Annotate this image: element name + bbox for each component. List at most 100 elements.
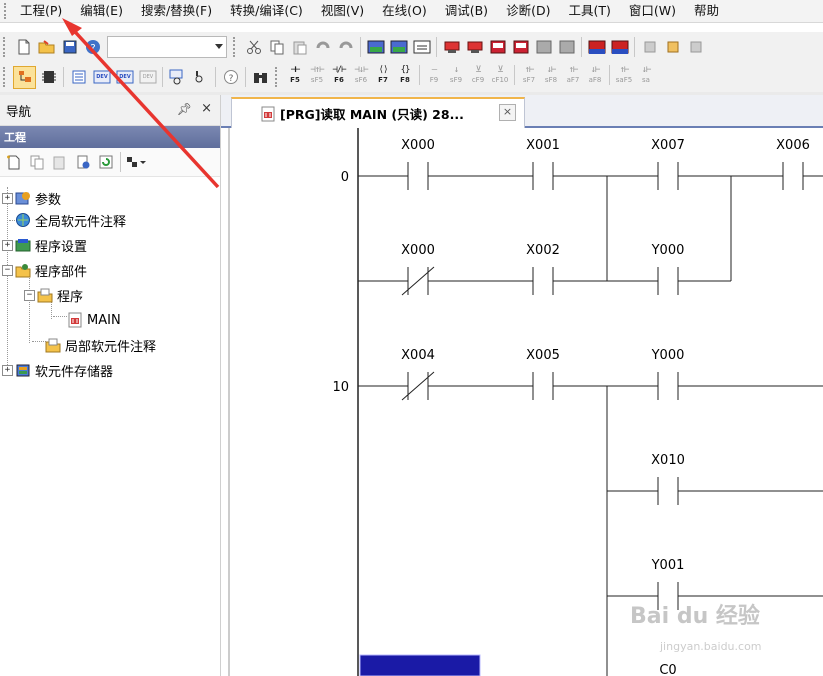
- menu-project[interactable]: 工程(P): [14, 0, 71, 22]
- redo-icon[interactable]: [335, 37, 356, 58]
- ladder-key-button[interactable]: ↑⊢ sF7: [519, 65, 539, 87]
- ladder-key-button[interactable]: ↓⊢ aF8: [585, 65, 605, 87]
- ladder-tool-b-icon[interactable]: [662, 37, 683, 58]
- toolbar-grip[interactable]: [3, 37, 8, 57]
- write-to-plc-icon[interactable]: [441, 37, 462, 58]
- program-convert-icon[interactable]: [365, 37, 386, 58]
- contact-no[interactable]: [782, 162, 804, 190]
- paste-icon[interactable]: [289, 37, 310, 58]
- ladder-key-button[interactable]: — F9: [424, 65, 444, 87]
- project-tree-icon[interactable]: [13, 65, 36, 89]
- collapse-icon[interactable]: −: [24, 289, 35, 301]
- close-icon[interactable]: ×: [499, 104, 516, 121]
- contact-no[interactable]: [657, 477, 679, 505]
- new-data-icon[interactable]: [3, 152, 24, 173]
- dev-statement-icon[interactable]: DEV: [114, 67, 135, 88]
- toolbar-grip[interactable]: [275, 67, 280, 87]
- read-from-plc-icon[interactable]: [464, 37, 485, 58]
- toolbar-grip[interactable]: [233, 37, 238, 57]
- monitor-write-icon[interactable]: [533, 37, 554, 58]
- contact-no[interactable]: [407, 162, 429, 190]
- toolbar-combobox[interactable]: [107, 36, 227, 58]
- help-icon[interactable]: ?: [82, 37, 103, 58]
- ladder-key-button[interactable]: {} F8: [395, 65, 415, 87]
- menu-view[interactable]: 视图(V): [312, 0, 373, 22]
- tree-item-program-settings[interactable]: + 程序设置: [2, 234, 87, 256]
- convert-online-icon[interactable]: [388, 37, 409, 58]
- device-batch-icon[interactable]: [586, 37, 607, 58]
- tree-item-local-comment[interactable]: 局部软元件注释: [45, 334, 156, 356]
- ladder-key-button[interactable]: ⟨⟩ F7: [373, 65, 393, 87]
- menu-diagnostics[interactable]: 诊断(D): [497, 0, 559, 22]
- copy-data-icon[interactable]: [26, 152, 47, 173]
- monitor-watch-icon[interactable]: [556, 37, 577, 58]
- ladder-tool-c-icon[interactable]: [685, 37, 706, 58]
- tree-item-parameters[interactable]: + 参数: [2, 187, 61, 209]
- binoculars-icon[interactable]: [250, 67, 271, 88]
- find-device-icon[interactable]: [190, 67, 211, 88]
- module-icon[interactable]: [38, 67, 59, 88]
- contact-no[interactable]: [657, 267, 679, 295]
- ladder-key-button[interactable]: ⊣/⊢ F6: [329, 65, 349, 87]
- menu-help[interactable]: 帮助: [685, 0, 728, 22]
- ladder-key-button[interactable]: ↓⊢ sF8: [541, 65, 561, 87]
- ladder-diagram[interactable]: 0 10 X000 X001 X007 X006 X000 X002 Y000 …: [221, 128, 823, 676]
- menu-find-replace[interactable]: 搜索/替换(F): [132, 0, 221, 22]
- cut-icon[interactable]: [243, 37, 264, 58]
- device-register-icon[interactable]: [609, 37, 630, 58]
- ladder-key-button[interactable]: ↑⊢ aF7: [563, 65, 583, 87]
- new-file-icon[interactable]: [13, 37, 34, 58]
- refresh-icon[interactable]: [95, 152, 116, 173]
- ladder-key-button[interactable]: ⊣↑⊢ sF5: [307, 65, 327, 87]
- tab-main-program[interactable]: [PRG]读取 MAIN (只读) 28... ×: [231, 97, 525, 128]
- menu-window[interactable]: 窗口(W): [620, 0, 685, 22]
- ladder-key-button[interactable]: ⊻ cF10: [490, 65, 510, 87]
- tree-item-main[interactable]: MAIN: [67, 309, 121, 331]
- toolbar-grip[interactable]: [3, 67, 8, 87]
- expand-icon[interactable]: +: [2, 239, 13, 251]
- close-icon[interactable]: ×: [201, 101, 212, 116]
- tree-item-program-parts[interactable]: − 程序部件: [2, 259, 87, 281]
- expand-icon[interactable]: +: [2, 364, 13, 376]
- ladder-cursor[interactable]: [359, 654, 481, 676]
- pin-icon[interactable]: 📌︎: [177, 102, 192, 116]
- copy-icon[interactable]: [266, 37, 287, 58]
- monitor-start-icon[interactable]: [487, 37, 508, 58]
- contact-no[interactable]: [657, 162, 679, 190]
- menu-debug[interactable]: 调试(B): [436, 0, 497, 22]
- save-icon[interactable]: [59, 37, 80, 58]
- tree-item-global-comment[interactable]: 全局软元件注释: [15, 209, 126, 231]
- tree-item-program[interactable]: − 程序: [24, 284, 83, 306]
- menu-grip[interactable]: [4, 3, 10, 19]
- ladder-tool-a-icon[interactable]: [639, 37, 660, 58]
- help-question-icon[interactable]: ?: [220, 67, 241, 88]
- convert-all-icon[interactable]: [411, 37, 432, 58]
- list-view-icon[interactable]: [68, 67, 89, 88]
- menu-convert-compile[interactable]: 转换/编译(C): [221, 0, 312, 22]
- ladder-key-button[interactable]: ↑⊢ saF5: [614, 65, 634, 87]
- paste-data-icon[interactable]: [49, 152, 70, 173]
- contact-no[interactable]: [532, 162, 554, 190]
- ladder-key-button[interactable]: ⊣⊢ F5: [285, 65, 305, 87]
- menu-edit[interactable]: 编辑(E): [71, 0, 132, 22]
- contact-no[interactable]: [657, 372, 679, 400]
- contact-no[interactable]: [532, 267, 554, 295]
- contact-no[interactable]: [532, 372, 554, 400]
- tree-item-device-memory[interactable]: + 软元件存储器: [2, 359, 113, 381]
- menu-online[interactable]: 在线(O): [373, 0, 436, 22]
- collapse-icon[interactable]: −: [2, 264, 13, 276]
- ladder-key-button[interactable]: ⊻ cF9: [468, 65, 488, 87]
- menu-tools[interactable]: 工具(T): [559, 0, 619, 22]
- dev-view-icon[interactable]: [167, 67, 188, 88]
- property-icon[interactable]: [72, 152, 93, 173]
- ladder-key-button[interactable]: ↓⊢ sa: [636, 65, 656, 87]
- ladder-key-button[interactable]: ↓ sF9: [446, 65, 466, 87]
- expand-icon[interactable]: +: [2, 192, 13, 204]
- open-folder-icon[interactable]: [36, 37, 57, 58]
- dev-note-icon[interactable]: DEV: [137, 67, 158, 88]
- undo-icon[interactable]: [312, 37, 333, 58]
- monitor-stop-icon[interactable]: [510, 37, 531, 58]
- ladder-key-button[interactable]: ⊣↓⊢ sF6: [351, 65, 371, 87]
- sort-dropdown-icon[interactable]: [125, 152, 146, 173]
- dev-comment-icon[interactable]: DEV: [91, 67, 112, 88]
